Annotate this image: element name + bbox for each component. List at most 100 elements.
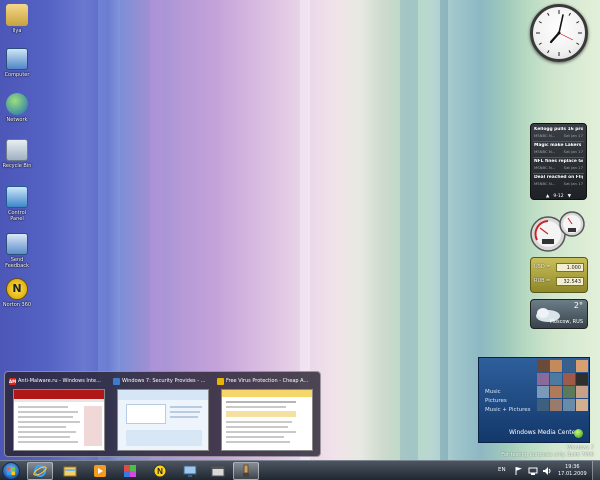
media-thumbnail (563, 386, 575, 398)
norton-icon: N (153, 464, 167, 478)
taskbar-paint[interactable] (233, 462, 259, 480)
windows-explorer-icon (63, 466, 77, 477)
thumbnail-preview (221, 389, 313, 451)
clock-gadget[interactable] (530, 4, 588, 62)
media-thumbnail (550, 360, 562, 372)
thumbnail-window-1[interactable]: AM Anti-Malware.ru - Windows Inte... (9, 376, 107, 454)
feed-item-title: Kellogg pulls 16 prod... (534, 127, 583, 132)
language-indicator[interactable]: EN (498, 467, 506, 473)
feed-prev-icon[interactable]: ▲ (546, 194, 549, 199)
desktop-icon-network[interactable]: Network (2, 93, 32, 123)
wallpaper-stripe (400, 0, 418, 462)
media-thumbnail (550, 386, 562, 398)
media-thumbnail (537, 373, 549, 385)
media-center-gadget[interactable]: Music Pictures Music + Pictures Windows … (478, 357, 590, 443)
remote-desktop-icon (183, 465, 197, 477)
start-button[interactable] (2, 462, 20, 480)
volume-icon[interactable] (542, 466, 552, 476)
thumbnail-window-3[interactable]: Free Virus Protection - Cheap A... (217, 376, 315, 454)
media-center-menu-pictures[interactable]: Pictures (485, 397, 531, 406)
media-thumbnail (576, 373, 588, 385)
internet-explorer-icon (33, 465, 47, 477)
show-desktop-button[interactable] (592, 461, 600, 480)
media-center-logo-icon[interactable] (574, 429, 583, 438)
cpu-meter-gadget[interactable] (528, 210, 588, 252)
taskbar-norton[interactable]: N (147, 462, 173, 480)
feed-item[interactable]: Deal reached on Flig... MSNBC N... Sat Ja… (533, 174, 584, 190)
taskbar-movie-maker[interactable] (205, 462, 231, 480)
currency-value-field[interactable]: 1.000 (556, 262, 584, 272)
media-center-icon (124, 465, 136, 477)
thumbnail-title: Free Virus Protection - Cheap A... (226, 378, 309, 384)
desktop-icon-control-panel[interactable]: Control Panel (2, 186, 32, 222)
windows-icon (113, 377, 120, 385)
tray-clock[interactable]: 19:36 17.01.2009 (558, 464, 587, 478)
media-thumbnail (563, 373, 575, 385)
desktop-icon-label: Network (6, 117, 28, 123)
feed-item-title: Deal reached on Flig... (534, 175, 583, 180)
taskbar-media-player[interactable] (87, 462, 113, 480)
feed-range: 9-12 (553, 194, 564, 199)
desktop-icon-label: Control Panel (7, 210, 27, 222)
user-folder-icon (6, 4, 28, 26)
desktop-icon-label: Norton 360 (2, 302, 32, 308)
computer-icon (6, 48, 28, 70)
wallpaper-stripe (440, 0, 448, 462)
desktop-icon-send-feedback[interactable]: Send Feedback (2, 233, 32, 269)
thumbnail-window-2[interactable]: Windows 7: Security Provides - ... (113, 376, 211, 454)
watermark-os: Windows 7 (566, 445, 594, 451)
desktop-icon-label: Send Feedback (5, 257, 29, 269)
action-center-flag-icon[interactable] (514, 466, 524, 476)
weather-gadget[interactable]: 2° Moscow, RUS (530, 299, 588, 329)
cpu-meter-dials-icon (530, 211, 585, 252)
media-thumbnail (576, 360, 588, 372)
norton-icon (217, 377, 224, 385)
desktop-icon-user[interactable]: Ilya (2, 4, 32, 34)
anti-malware-icon: AM (9, 377, 17, 385)
taskbar: N EN 19:36 17.01.2009 (0, 460, 600, 480)
media-center-menu-music[interactable]: Music (485, 388, 531, 397)
feed-item-date: Sat Jan 17 (563, 149, 583, 154)
desktop-icon-norton[interactable]: N Norton 360 (2, 278, 32, 308)
taskbar-windows-explorer[interactable] (57, 462, 83, 480)
feed-item[interactable]: NFL fines replace Gr... MSNBC N... Sat Ja… (533, 158, 584, 174)
send-feedback-icon (6, 233, 28, 255)
feed-item-date: Sat Jan 17 (563, 181, 583, 186)
media-thumbnail (537, 386, 549, 398)
desktop-icon-computer[interactable]: Computer (2, 48, 32, 78)
feed-item-date: Sat Jan 17 (563, 165, 583, 170)
feed-item-date: Sat Jan 17 (563, 133, 583, 138)
weather-city: Moscow, RUS (549, 319, 583, 325)
media-center-title: Windows Media Center (509, 429, 578, 436)
desktop-icon-recycle-bin[interactable]: Recycle Bin (2, 139, 32, 169)
feed-item-source: MSNBC N... (534, 133, 556, 138)
currency-label: USD = (534, 264, 551, 270)
taskbar-thumbnail-previews: AM Anti-Malware.ru - Windows Inte... Win… (4, 371, 321, 457)
media-thumbnail (537, 399, 549, 411)
norton-icon: N (6, 278, 28, 300)
feed-item[interactable]: Magic make Lakers ... MSNBC N... Sat Jan … (533, 142, 584, 158)
thumbnail-title: Anti-Malware.ru - Windows Inte... (18, 378, 101, 384)
feed-next-icon[interactable]: ▼ (568, 194, 571, 199)
tray-date: 17.01.2009 (558, 471, 587, 477)
currency-gadget[interactable]: USD = 1.000 RUB = 32.543 (530, 257, 588, 293)
desktop-icon-label: Ilya (12, 28, 22, 34)
movie-maker-icon (211, 466, 225, 477)
media-thumbnail (563, 360, 575, 372)
currency-value-field[interactable]: 32.543 (556, 276, 584, 286)
media-center-thumbnails (537, 360, 588, 411)
desktop-icon-label: Computer (4, 72, 30, 78)
thumbnail-preview (117, 389, 209, 451)
clock-face-icon (536, 10, 582, 56)
feed-headlines-gadget[interactable]: Kellogg pulls 16 prod... MSNBC N... Sat J… (530, 123, 587, 200)
feed-item[interactable]: Kellogg pulls 16 prod... MSNBC N... Sat J… (533, 126, 584, 142)
taskbar-media-center[interactable] (117, 462, 143, 480)
media-thumbnail (576, 386, 588, 398)
media-center-menu-music-pictures[interactable]: Music + Pictures (485, 406, 531, 415)
taskbar-internet-explorer[interactable] (27, 462, 53, 480)
feed-item-title: Magic make Lakers ... (534, 143, 583, 148)
taskbar-remote-desktop[interactable] (177, 462, 203, 480)
feed-item-source: MSNBC N... (534, 149, 556, 154)
network-tray-icon[interactable] (528, 466, 538, 476)
svg-text:N: N (157, 467, 163, 476)
